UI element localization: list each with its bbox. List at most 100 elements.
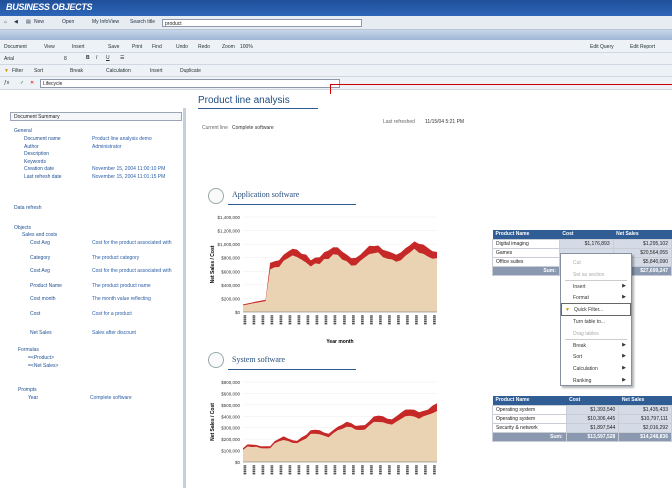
toolbar-save[interactable]: Save bbox=[108, 44, 119, 50]
section-formulas[interactable]: Formulas bbox=[18, 347, 39, 353]
table-row[interactable]: Security & network $1,897,544 $2,016,292 bbox=[492, 422, 672, 433]
calculation-button[interactable]: Calculation bbox=[106, 68, 131, 74]
table-row[interactable]: Operating system $1,393,540 $1,435,433 bbox=[492, 404, 672, 415]
section-toggle-icon-2[interactable] bbox=[208, 352, 224, 368]
table-cell[interactable]: Operating system bbox=[492, 404, 567, 415]
object-item[interactable]: Category bbox=[30, 255, 50, 261]
menu-item[interactable]: Cut bbox=[561, 257, 631, 268]
table-header[interactable]: Product Name bbox=[492, 396, 567, 405]
menu-item[interactable]: Drag tables bbox=[561, 328, 631, 339]
formula-item-1[interactable]: =<Product> bbox=[28, 355, 54, 361]
object-item[interactable]: Cost month bbox=[30, 296, 56, 302]
table-cell[interactable]: Games bbox=[492, 247, 560, 258]
menu-item[interactable]: Calculation ▶ bbox=[561, 363, 631, 374]
nav-new[interactable]: New bbox=[34, 19, 44, 25]
table-cell[interactable]: $1,897,544 bbox=[565, 422, 620, 433]
search-input[interactable]: product bbox=[162, 19, 362, 27]
toolbar-print[interactable]: Print bbox=[132, 44, 142, 50]
toolbar-find[interactable]: Find bbox=[152, 44, 162, 50]
table-header[interactable]: Cost bbox=[559, 230, 614, 239]
x-axis-label: Year month bbox=[326, 339, 353, 345]
table-cell[interactable]: Digital imaging bbox=[492, 238, 560, 249]
menu-item-label: Drag tables bbox=[573, 330, 599, 337]
underline-icon[interactable]: U bbox=[106, 55, 110, 61]
toolbar-document[interactable]: Document bbox=[4, 44, 27, 50]
prompt-key: Year bbox=[28, 395, 39, 401]
menu-item-label: Insert bbox=[573, 283, 586, 290]
context-menu[interactable]: Cut Set as section Insert ▶ Format ▶ Quick Fil… bbox=[560, 253, 632, 386]
filter-icon[interactable]: ▼ bbox=[4, 68, 9, 74]
home-icon[interactable]: ⌂ bbox=[4, 19, 7, 25]
font-select[interactable]: Arial bbox=[4, 56, 14, 62]
table-header[interactable]: Net Sales bbox=[613, 230, 672, 239]
x-tick-label: ▮▮▮▮▮ bbox=[315, 465, 319, 475]
section-general[interactable]: General bbox=[14, 128, 32, 134]
menu-item[interactable]: Quick Filter... ▼ bbox=[561, 303, 631, 317]
document-icon[interactable]: ▤ bbox=[26, 19, 31, 25]
validate-icon[interactable]: ✓ bbox=[20, 80, 24, 86]
menu-item[interactable]: Format ▶ bbox=[561, 292, 631, 303]
duplicate-button[interactable]: Duplicate bbox=[180, 68, 201, 74]
menu-item[interactable]: Turn table to... bbox=[561, 316, 631, 327]
table-cell[interactable]: $1,176,893 bbox=[558, 238, 614, 249]
italic-icon[interactable]: I bbox=[96, 55, 97, 61]
formula-item-2[interactable]: =<Net Sales> bbox=[28, 363, 58, 369]
menu-item-label: Ranking bbox=[573, 378, 592, 384]
table-cell[interactable]: $10,797,111 bbox=[618, 413, 672, 424]
table-header[interactable]: Product Name bbox=[492, 230, 560, 239]
summary-field-key: Last refresh date bbox=[24, 173, 62, 180]
insert-button[interactable]: Insert bbox=[150, 68, 163, 74]
font-size-select[interactable]: 8 bbox=[64, 56, 67, 62]
table-cell[interactable]: $1,295,102 bbox=[612, 238, 672, 249]
object-item[interactable]: Cost Avg bbox=[30, 268, 50, 274]
edit-report-button[interactable]: Edit Report bbox=[630, 44, 655, 50]
toolbar-view[interactable]: View bbox=[44, 44, 55, 50]
zoom-select[interactable]: 100% bbox=[240, 44, 253, 50]
formula-icon[interactable]: ƒx bbox=[4, 80, 9, 86]
table-cell[interactable]: Office suites bbox=[492, 256, 560, 267]
menu-item[interactable]: Ranking ▶ bbox=[561, 375, 631, 386]
table-cell[interactable]: Operating system bbox=[492, 413, 567, 424]
formula-input[interactable]: Lifecycle bbox=[40, 79, 340, 88]
align-icon[interactable]: ☰ bbox=[120, 55, 124, 61]
nav-open[interactable]: Open bbox=[62, 19, 74, 25]
x-tick-label: ▮▮▮▮▮ bbox=[261, 465, 265, 475]
menu-item[interactable]: Break ▶ bbox=[561, 340, 631, 351]
x-tick-label: ▮▮▮▮▮ bbox=[378, 315, 382, 325]
cancel-icon[interactable]: ✕ bbox=[30, 80, 34, 86]
section-prompts[interactable]: Prompts bbox=[18, 387, 37, 393]
product-table-2[interactable]: Product Name Cost Net Sales Operating syste… bbox=[492, 396, 672, 442]
back-icon[interactable]: ◀ bbox=[14, 19, 18, 25]
bold-icon[interactable]: B bbox=[86, 55, 90, 61]
section-objects[interactable]: Objects bbox=[14, 225, 31, 231]
table-row[interactable]: Operating system $10,306,445 $10,797,111 bbox=[492, 413, 672, 424]
table-header[interactable]: Cost bbox=[566, 396, 619, 405]
object-item[interactable]: Cost Avg bbox=[30, 240, 50, 246]
table-cell[interactable]: $2,016,292 bbox=[618, 422, 672, 433]
table-cell[interactable]: $1,393,540 bbox=[565, 404, 620, 415]
folder-sales-costs[interactable]: Sales and costs bbox=[22, 232, 57, 238]
menu-item[interactable]: Insert ▶ bbox=[561, 281, 631, 292]
toolbar-redo[interactable]: Redo bbox=[198, 44, 210, 50]
section-toggle-icon[interactable] bbox=[208, 188, 224, 204]
section-data-refresh[interactable]: Data refresh bbox=[14, 205, 42, 211]
object-item[interactable]: Net Sales bbox=[30, 330, 52, 336]
toolbar-insert[interactable]: Insert bbox=[72, 44, 85, 50]
object-item[interactable]: Product Name bbox=[30, 283, 62, 289]
sort-button[interactable]: Sort bbox=[34, 68, 43, 74]
menu-item[interactable]: Sort ▶ bbox=[561, 351, 631, 362]
x-tick-label: ▮▮▮▮▮ bbox=[360, 315, 364, 325]
y-tick-label: $800,000 bbox=[221, 380, 240, 385]
table-cell[interactable]: Security & network bbox=[492, 422, 567, 433]
object-item[interactable]: Cost bbox=[30, 311, 40, 317]
filter-button[interactable]: Filter bbox=[12, 68, 23, 74]
menu-item[interactable]: Set as section bbox=[561, 269, 631, 280]
table-cell[interactable]: $10,306,445 bbox=[565, 413, 620, 424]
table-row[interactable]: Digital imaging $1,176,893 $1,295,102 bbox=[492, 238, 672, 249]
break-button[interactable]: Break bbox=[70, 68, 83, 74]
nav-infoview[interactable]: My InfoView bbox=[92, 19, 119, 25]
table-cell[interactable]: $1,435,433 bbox=[618, 404, 672, 415]
table-header[interactable]: Net Sales bbox=[618, 396, 672, 405]
toolbar-undo[interactable]: Undo bbox=[176, 44, 188, 50]
edit-query-button[interactable]: Edit Query bbox=[590, 44, 614, 50]
